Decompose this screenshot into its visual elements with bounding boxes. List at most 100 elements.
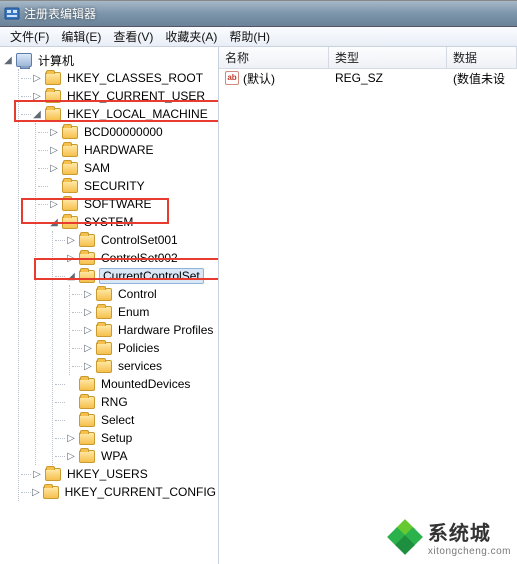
expand-toggle-icon[interactable]: ▷ (82, 306, 94, 318)
expand-toggle-icon[interactable]: ▷ (31, 468, 43, 480)
tree-item[interactable]: ▷ Control (70, 285, 218, 303)
expand-toggle-icon[interactable]: ▷ (48, 126, 60, 138)
menubar: 文件(F) 编辑(E) 查看(V) 收藏夹(A) 帮助(H) (0, 27, 517, 47)
tree-item-system[interactable]: ◢ SYSTEM (36, 213, 218, 231)
values-pane: 名称 类型 数据 ab (默认) REG_SZ (数值未设 (219, 47, 517, 564)
tree-item[interactable]: ·RNG (53, 393, 218, 411)
tree-item[interactable]: ▷Setup (53, 429, 218, 447)
tree-label: MountedDevices (99, 376, 192, 392)
tree-label: services (116, 358, 164, 374)
tree-item-hkcu[interactable]: ▷ HKEY_CURRENT_USER (19, 87, 218, 105)
tree-item[interactable]: ·SECURITY (36, 177, 218, 195)
tree-item[interactable]: ·Select (53, 411, 218, 429)
tree-item[interactable]: ·MountedDevices (53, 375, 218, 393)
registry-tree[interactable]: ◢ 计算机 ▷ HKEY_CLASSES_ROOT ▷ (0, 47, 218, 501)
tree-label: HKEY_CLASSES_ROOT (65, 70, 205, 86)
folder-icon (62, 180, 78, 193)
folder-icon (45, 108, 61, 121)
folder-icon (45, 72, 61, 85)
expand-toggle-icon[interactable]: ◢ (31, 108, 43, 120)
folder-icon (96, 324, 112, 337)
expand-toggle-icon[interactable]: ▷ (82, 324, 94, 336)
tree-item-hkcr[interactable]: ▷ HKEY_CLASSES_ROOT (19, 69, 218, 87)
tree-label: SAM (82, 160, 112, 176)
tree-item-computer[interactable]: ◢ 计算机 (2, 51, 218, 69)
tree-item-hku[interactable]: ▷ HKEY_USERS (19, 465, 218, 483)
expand-toggle-icon[interactable]: ◢ (65, 270, 77, 282)
folder-icon (79, 252, 95, 265)
expand-toggle-icon[interactable]: ▷ (65, 432, 77, 444)
tree-item-hkcc[interactable]: ▷ HKEY_CURRENT_CONFIG (19, 483, 218, 501)
menu-file[interactable]: 文件(F) (4, 26, 55, 47)
folder-icon (79, 432, 95, 445)
expand-toggle-icon[interactable]: ▷ (82, 342, 94, 354)
expand-toggle-icon[interactable]: ▷ (82, 288, 94, 300)
folder-icon (43, 486, 59, 499)
expand-toggle-icon[interactable]: ▷ (48, 144, 60, 156)
tree-label-selected: CurrentControlSet (99, 268, 204, 284)
column-header-type[interactable]: 类型 (329, 47, 447, 68)
folder-icon (96, 306, 112, 319)
menu-favorites[interactable]: 收藏夹(A) (159, 26, 223, 47)
tree-label: WPA (99, 448, 129, 464)
tree-item[interactable]: ▷ WPA (53, 447, 218, 465)
titlebar: 注册表编辑器 (0, 1, 517, 27)
computer-icon (16, 53, 32, 67)
folder-icon (62, 198, 78, 211)
folder-icon (62, 162, 78, 175)
folder-icon (79, 450, 95, 463)
expand-toggle-icon[interactable]: ▷ (65, 234, 77, 246)
tree-item[interactable]: ▷ SOFTWARE (36, 195, 218, 213)
tree-label: ControlSet002 (99, 250, 180, 266)
tree-item[interactable]: ▷BCD00000000 (36, 123, 218, 141)
folder-icon (45, 468, 61, 481)
folder-icon (62, 126, 78, 139)
tree-item-currentcontrolset[interactable]: ◢ CurrentControlSet (53, 267, 218, 285)
expand-toggle-icon[interactable]: ▷ (31, 90, 43, 102)
expand-toggle-icon[interactable]: ▷ (65, 252, 77, 264)
tree-item[interactable]: ▷ ControlSet001 (53, 231, 218, 249)
tree-item[interactable]: ▷Enum (70, 303, 218, 321)
tree-label: SECURITY (82, 178, 147, 194)
tree-item[interactable]: ▷ Hardware Profiles (70, 321, 218, 339)
tree-label: HKEY_CURRENT_CONFIG (63, 484, 218, 500)
watermark-logo-icon (388, 520, 422, 554)
folder-icon (96, 342, 112, 355)
folder-icon (62, 216, 78, 229)
expand-toggle-icon[interactable]: ▷ (31, 72, 43, 84)
expand-toggle-icon[interactable]: ▷ (31, 486, 41, 498)
menu-edit[interactable]: 编辑(E) (55, 26, 107, 47)
tree-label: 计算机 (36, 51, 76, 70)
tree-label: HARDWARE (82, 142, 156, 158)
expand-toggle-icon[interactable]: ▷ (65, 450, 77, 462)
tree-item[interactable]: ▷ HARDWARE (36, 141, 218, 159)
column-header-data[interactable]: 数据 (447, 47, 517, 68)
expand-toggle-icon[interactable]: ▷ (82, 360, 94, 372)
folder-icon (62, 144, 78, 157)
folder-icon (79, 270, 95, 283)
tree-item[interactable]: ▷ ControlSet002 (53, 249, 218, 267)
tree-item-hklm[interactable]: ◢ HKEY_LOCAL_MACHINE (19, 105, 218, 123)
list-row[interactable]: ab (默认) REG_SZ (数值未设 (219, 69, 517, 87)
expand-toggle-icon[interactable]: ◢ (2, 54, 14, 66)
value-type: REG_SZ (329, 71, 447, 85)
tree-label: ControlSet001 (99, 232, 180, 248)
tree-label: Control (116, 286, 159, 302)
tree-label: SYSTEM (82, 214, 135, 230)
menu-help[interactable]: 帮助(H) (223, 26, 276, 47)
tree-label: RNG (99, 394, 130, 410)
tree-item[interactable]: ▷Policies (70, 339, 218, 357)
expand-toggle-icon[interactable]: ▷ (48, 162, 60, 174)
tree-item[interactable]: ▷ services (70, 357, 218, 375)
window-title: 注册表编辑器 (24, 5, 96, 22)
tree-item[interactable]: ▷ SAM (36, 159, 218, 177)
tree-label: Hardware Profiles (116, 322, 215, 338)
column-header-name[interactable]: 名称 (219, 47, 329, 68)
value-name: (默认) (243, 70, 275, 87)
menu-view[interactable]: 查看(V) (107, 26, 159, 47)
folder-icon (96, 288, 112, 301)
expand-toggle-icon[interactable]: ▷ (48, 198, 60, 210)
expand-toggle-icon[interactable]: ◢ (48, 216, 60, 228)
tree-label: HKEY_USERS (65, 466, 150, 482)
tree-label: SOFTWARE (82, 196, 154, 212)
